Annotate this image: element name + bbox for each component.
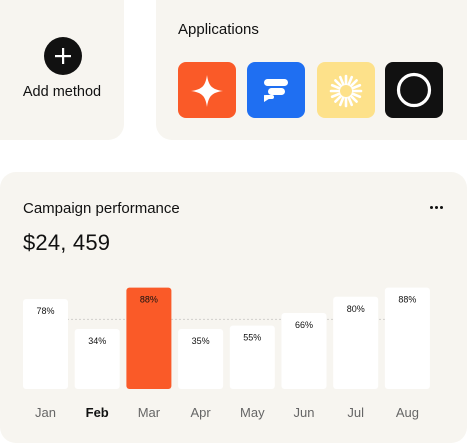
bar-value-label: 34% [88, 336, 106, 346]
month-label: Apr [190, 405, 211, 420]
app-tile-chat[interactable] [247, 62, 305, 118]
month-label: Jun [294, 405, 315, 420]
sparkle-icon [178, 62, 236, 118]
ring-icon [385, 62, 443, 118]
app-tile-sun[interactable] [317, 62, 375, 118]
bar-value-label: 88% [398, 295, 416, 305]
plus-icon [55, 48, 71, 64]
add-method-button[interactable] [44, 37, 82, 75]
month-label: Feb [86, 405, 109, 420]
bar-value-label: 80% [347, 304, 365, 314]
sun-burst-icon [317, 62, 375, 118]
app-tile-sparkle[interactable] [178, 62, 236, 118]
add-method-card: Add method [0, 0, 124, 140]
add-method-label: Add method [22, 84, 102, 100]
bar-value-label: 66% [295, 320, 313, 330]
bar-value-label: 78% [36, 306, 54, 316]
month-label: Aug [396, 405, 419, 420]
campaign-performance-card: Campaign performance $24, 459 78% Jan 34% F… [0, 172, 467, 443]
month-label: Jul [347, 405, 364, 420]
bar-value-label: 55% [243, 333, 261, 343]
month-label: Mar [138, 405, 161, 420]
bar-value-label: 35% [192, 336, 210, 346]
campaign-bar-chart: 78% Jan 34% Feb 88% Mar 35% Apr 55% May 66% Jun 80% J… [23, 287, 430, 420]
month-label: Jan [35, 405, 56, 420]
bar-value-label: 88% [140, 295, 158, 305]
applications-title: Applications [178, 21, 259, 38]
month-label: May [240, 405, 265, 420]
app-tile-ring[interactable] [385, 62, 443, 118]
chat-bubble-icon [247, 62, 305, 118]
applications-card: Applications [156, 0, 467, 140]
